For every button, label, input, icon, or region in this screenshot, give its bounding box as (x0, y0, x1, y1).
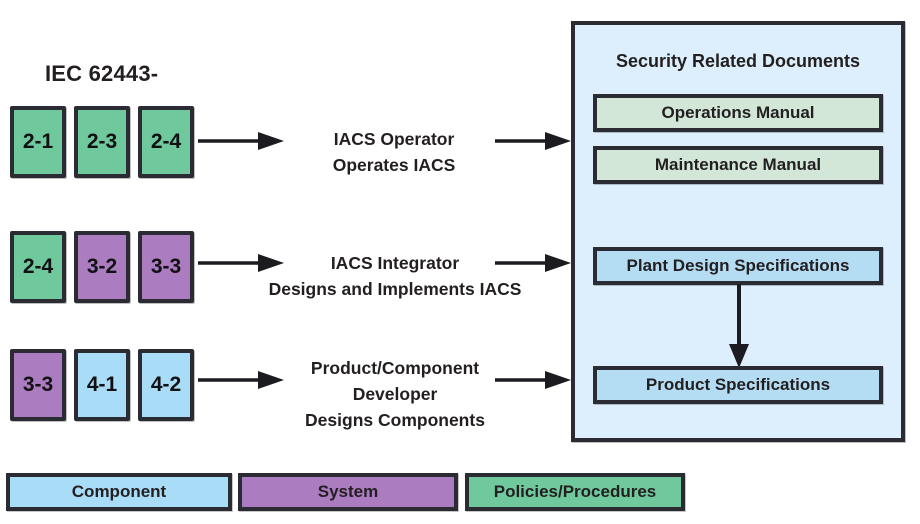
document-box-maintenance-manual[interactable]: Maintenance Manual (593, 146, 883, 184)
arrow-plant-design-to-product-spec (727, 284, 751, 368)
arrow-operator-to-panel (495, 131, 571, 153)
part-box-label: 3-3 (150, 255, 182, 278)
role-label-developer: Product/Component Developer Designs Comp… (272, 355, 518, 433)
role-line-1: IACS Integrator (330, 253, 460, 273)
part-box-label: 3-2 (86, 255, 118, 278)
document-box-operations-manual[interactable]: Operations Manual (593, 94, 883, 132)
legend-item-policies-procedures[interactable]: Policies/Procedures (465, 473, 685, 511)
legend-item-label: Policies/Procedures (493, 482, 657, 501)
part-box-label: 2-1 (22, 130, 54, 153)
part-box-label: 4-2 (150, 373, 182, 396)
document-box-label: Operations Manual (661, 103, 815, 122)
part-box-3-2[interactable]: 3-2 (74, 231, 130, 303)
part-box-label: 4-1 (86, 373, 118, 396)
security-documents-panel: Security Related Documents Operations Ma… (571, 21, 905, 442)
role-line-1: IACS Operator (333, 129, 455, 149)
arrow-developer-to-panel (495, 370, 571, 392)
arrow-integrator-to-panel (495, 253, 571, 275)
diagram-canvas: IEC 62443- 2-1 2-3 2-4 IACS Operator Ope… (0, 0, 920, 524)
part-box-label: 2-3 (86, 130, 118, 153)
part-box-label: 3-3 (22, 373, 54, 396)
part-box-2-1[interactable]: 2-1 (10, 106, 66, 178)
role-line-2: Operates IACS (332, 155, 456, 175)
part-box-2-3[interactable]: 2-3 (74, 106, 130, 178)
document-box-label: Product Specifications (645, 375, 831, 394)
part-box-4-2[interactable]: 4-2 (138, 349, 194, 421)
role-line-3: Designs Components (305, 410, 485, 430)
legend-item-system[interactable]: System (238, 473, 458, 511)
legend-item-label: Component (71, 482, 167, 501)
part-box-3-3-row2[interactable]: 3-3 (138, 231, 194, 303)
arrow-operator-to-role (198, 131, 284, 153)
role-line-2: Designs and Implements IACS (268, 279, 522, 299)
part-box-2-4-row1[interactable]: 2-4 (138, 106, 194, 178)
part-box-2-4-row2[interactable]: 2-4 (10, 231, 66, 303)
part-box-3-3-row3[interactable]: 3-3 (10, 349, 66, 421)
role-label-integrator: IACS Integrator Designs and Implements I… (268, 250, 522, 302)
panel-title: Security Related Documents (615, 51, 861, 71)
page-title: IEC 62443- (45, 61, 159, 86)
role-label-operator: IACS Operator Operates IACS (288, 126, 500, 178)
part-box-label: 2-4 (150, 130, 182, 153)
part-box-label: 2-4 (22, 255, 54, 278)
document-box-label: Plant Design Specifications (626, 256, 850, 275)
document-box-label: Maintenance Manual (654, 155, 822, 174)
part-box-4-1[interactable]: 4-1 (74, 349, 130, 421)
document-box-plant-design-specifications[interactable]: Plant Design Specifications (593, 247, 883, 285)
document-box-product-specifications[interactable]: Product Specifications (593, 366, 883, 404)
legend-item-component[interactable]: Component (6, 473, 232, 511)
role-line-1: Product/Component (310, 358, 480, 378)
legend-item-label: System (317, 482, 379, 501)
role-line-2: Developer (352, 384, 438, 404)
